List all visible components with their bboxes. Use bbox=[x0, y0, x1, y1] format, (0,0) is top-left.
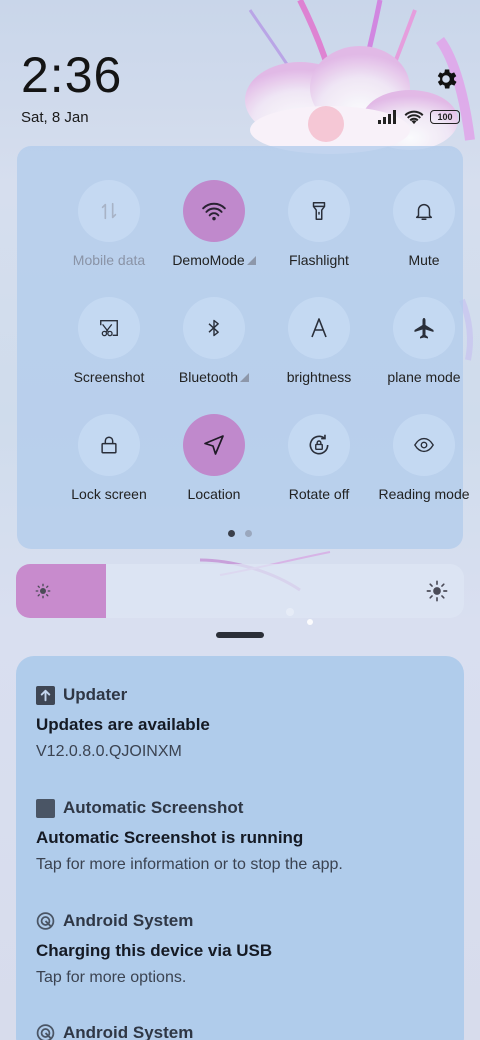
tile-label: Mobile data bbox=[72, 252, 146, 268]
drag-handle[interactable] bbox=[216, 632, 264, 638]
tile-mute[interactable]: Mute bbox=[371, 180, 477, 276]
expand-arrow-icon[interactable] bbox=[246, 256, 256, 265]
tile-location-button[interactable] bbox=[183, 414, 245, 476]
location-icon bbox=[204, 435, 224, 455]
wifi-icon bbox=[404, 110, 424, 124]
tile-screenshot[interactable]: Screenshot bbox=[56, 297, 162, 393]
quick-settings-panel: Mobile data DemoMode Flashlight Mute Scr… bbox=[17, 146, 470, 549]
app-name: Android System bbox=[63, 1023, 194, 1040]
tile-mobile-data[interactable]: Mobile data bbox=[56, 180, 162, 276]
flashlight-icon bbox=[312, 202, 326, 220]
expand-arrow-icon[interactable] bbox=[240, 373, 250, 382]
screenshot-icon bbox=[100, 319, 118, 337]
date[interactable]: Sat, 8 Jan bbox=[21, 109, 89, 126]
notification-updater[interactable]: Updater Updates are available V12.0.8.0.… bbox=[36, 684, 456, 761]
tile-reading-mode-button[interactable] bbox=[393, 414, 455, 476]
notification-body: Tap for more options. bbox=[36, 969, 187, 986]
tile-label: Mute bbox=[408, 252, 440, 268]
lock-icon bbox=[101, 436, 117, 454]
signal-icon bbox=[378, 110, 396, 124]
notification-title: Automatic Screenshot is running bbox=[36, 828, 304, 847]
sun-high-icon bbox=[426, 580, 448, 602]
mobile-data-icon bbox=[101, 202, 117, 220]
notification-header: Android System bbox=[36, 1022, 456, 1040]
system-icons: 100 bbox=[378, 108, 460, 126]
page-dot-1[interactable] bbox=[228, 530, 235, 537]
brightness-slider[interactable] bbox=[16, 564, 464, 618]
tile-brightness[interactable]: brightness bbox=[266, 297, 372, 393]
gear-icon[interactable] bbox=[433, 66, 459, 92]
tile-label: Screenshot bbox=[73, 369, 145, 385]
rotate-lock-icon bbox=[309, 434, 329, 455]
tile-label: Reading mode bbox=[378, 486, 470, 502]
tile-brightness-button[interactable] bbox=[288, 297, 350, 359]
tile-flashlight[interactable]: Flashlight bbox=[266, 180, 372, 276]
tile-label: Rotate off bbox=[288, 486, 350, 502]
airplane-icon bbox=[414, 318, 434, 339]
status-bar: 2:36 Sat, 8 Jan 100 bbox=[0, 0, 480, 140]
tile-airplane-mode[interactable]: plane mode bbox=[371, 297, 477, 393]
android-system-icon bbox=[36, 1024, 55, 1040]
clock[interactable]: 2:36 bbox=[21, 48, 122, 102]
tile-demomode[interactable]: DemoMode bbox=[161, 180, 267, 276]
tile-label: Location bbox=[187, 486, 241, 502]
notification-android-system-2[interactable]: Android System bbox=[36, 1022, 456, 1040]
tile-label: brightness bbox=[286, 369, 352, 385]
tile-mute-button[interactable] bbox=[393, 180, 455, 242]
tile-flashlight-button[interactable] bbox=[288, 180, 350, 242]
wifi-icon bbox=[202, 202, 226, 221]
tile-label: plane mode bbox=[387, 369, 461, 385]
bluetooth-icon bbox=[208, 319, 219, 337]
notification-body: Tap for more information or to stop the … bbox=[36, 856, 343, 873]
notification-android-system[interactable]: Android System Charging this device via … bbox=[36, 910, 456, 987]
tile-lock-screen-button[interactable] bbox=[78, 414, 140, 476]
app-name: Updater bbox=[63, 685, 128, 704]
page-indicator bbox=[228, 530, 252, 537]
page-dot-2[interactable] bbox=[245, 530, 252, 537]
eye-icon bbox=[414, 437, 434, 453]
notification-title: Updates are available bbox=[36, 715, 210, 734]
tile-screenshot-button[interactable] bbox=[78, 297, 140, 359]
tile-location[interactable]: Location bbox=[161, 414, 267, 510]
android-system-icon bbox=[36, 912, 55, 931]
notification-title: Charging this device via USB bbox=[36, 941, 273, 960]
notification-header: Automatic Screenshot bbox=[36, 797, 456, 819]
tile-airplane-mode-button[interactable] bbox=[393, 297, 455, 359]
tile-label: Bluetooth bbox=[155, 369, 273, 385]
sun-low-icon bbox=[35, 583, 51, 599]
tile-bluetooth[interactable]: Bluetooth bbox=[161, 297, 267, 393]
bell-icon bbox=[415, 203, 433, 220]
tile-mobile-data-button[interactable] bbox=[78, 180, 140, 242]
notification-automatic-screenshot[interactable]: Automatic Screenshot Automatic Screensho… bbox=[36, 797, 456, 874]
notification-header: Updater bbox=[36, 684, 456, 706]
tile-reading-mode[interactable]: Reading mode bbox=[371, 414, 477, 510]
tile-label: Lock screen bbox=[71, 486, 147, 502]
app-name: Automatic Screenshot bbox=[63, 798, 244, 817]
auto-brightness-icon bbox=[311, 318, 327, 338]
app-square-icon bbox=[36, 798, 55, 818]
tile-label: Flashlight bbox=[289, 252, 349, 268]
tile-bluetooth-button[interactable] bbox=[183, 297, 245, 359]
notification-header: Android System bbox=[36, 910, 456, 932]
updater-icon bbox=[36, 685, 55, 705]
tile-label: DemoMode bbox=[155, 252, 273, 268]
brightness-fill bbox=[16, 564, 106, 618]
tile-rotate-off-button[interactable] bbox=[288, 414, 350, 476]
battery-icon: 100 bbox=[430, 110, 460, 124]
notification-panel: Updater Updates are available V12.0.8.0.… bbox=[16, 656, 464, 1040]
app-name: Android System bbox=[63, 911, 194, 930]
tile-rotate-off[interactable]: Rotate off bbox=[266, 414, 372, 510]
tile-lock-screen[interactable]: Lock screen bbox=[56, 414, 162, 510]
notification-body: V12.0.8.0.QJOINXM bbox=[36, 743, 182, 760]
tile-demomode-button[interactable] bbox=[183, 180, 245, 242]
